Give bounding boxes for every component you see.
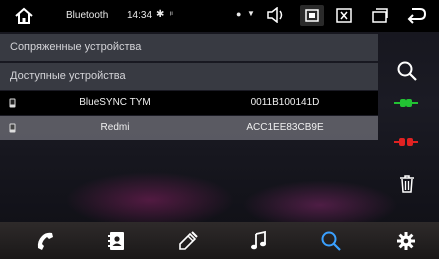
- home-icon[interactable]: [14, 7, 34, 25]
- window-icon[interactable]: [372, 8, 388, 23]
- back-icon[interactable]: [407, 7, 427, 24]
- gear-icon[interactable]: [395, 230, 417, 252]
- volume-icon[interactable]: [266, 7, 286, 23]
- device-row-selected[interactable]: Redmi ACC1EE83CB9E: [0, 116, 378, 140]
- screenshot-button[interactable]: [300, 5, 324, 26]
- close-icon[interactable]: [336, 8, 352, 23]
- bottom-nav: [0, 222, 439, 259]
- app-title: Bluetooth: [66, 10, 109, 21]
- phone-device-icon: [9, 98, 16, 108]
- wifi-icon: ▼: [247, 9, 255, 18]
- paired-devices-header[interactable]: Сопряженные устройства: [0, 34, 378, 61]
- dialpad-icon[interactable]: [177, 230, 199, 252]
- search-nav-icon[interactable]: [320, 230, 342, 252]
- connect-icon[interactable]: [394, 98, 418, 108]
- signal-icon: ᵎᶦ: [170, 9, 173, 19]
- screenshot-icon: [305, 9, 319, 22]
- location-icon: ●: [236, 9, 242, 19]
- clock: 14:34: [127, 10, 153, 21]
- available-devices-label: Доступные устройства: [10, 70, 126, 82]
- device-row[interactable]: BlueSYNC TYM 0011B100141D: [0, 91, 378, 115]
- music-icon[interactable]: [248, 230, 270, 252]
- device-address: 0011B100141D: [250, 97, 320, 108]
- phone-device-icon: [9, 123, 16, 133]
- device-name: Redmi: [100, 122, 130, 133]
- search-icon[interactable]: [396, 60, 418, 82]
- bluetooth-screen: Bluetooth 14:34 ✱ ᵎᶦ ● ▼ Сопряженные уст…: [0, 0, 439, 259]
- disconnect-icon[interactable]: [394, 137, 418, 147]
- available-devices-header[interactable]: Доступные устройства: [0, 63, 378, 90]
- trash-icon[interactable]: [399, 175, 415, 193]
- contacts-icon[interactable]: [106, 230, 128, 252]
- status-bar: Bluetooth 14:34 ✱ ᵎᶦ ● ▼: [0, 0, 439, 32]
- bluetooth-status-icon: ✱: [156, 9, 165, 20]
- phone-icon[interactable]: [34, 230, 56, 252]
- device-address: ACC1EE83CB9E: [246, 122, 324, 133]
- device-name: BlueSYNC TYM: [79, 97, 151, 108]
- paired-devices-label: Сопряженные устройства: [10, 41, 142, 53]
